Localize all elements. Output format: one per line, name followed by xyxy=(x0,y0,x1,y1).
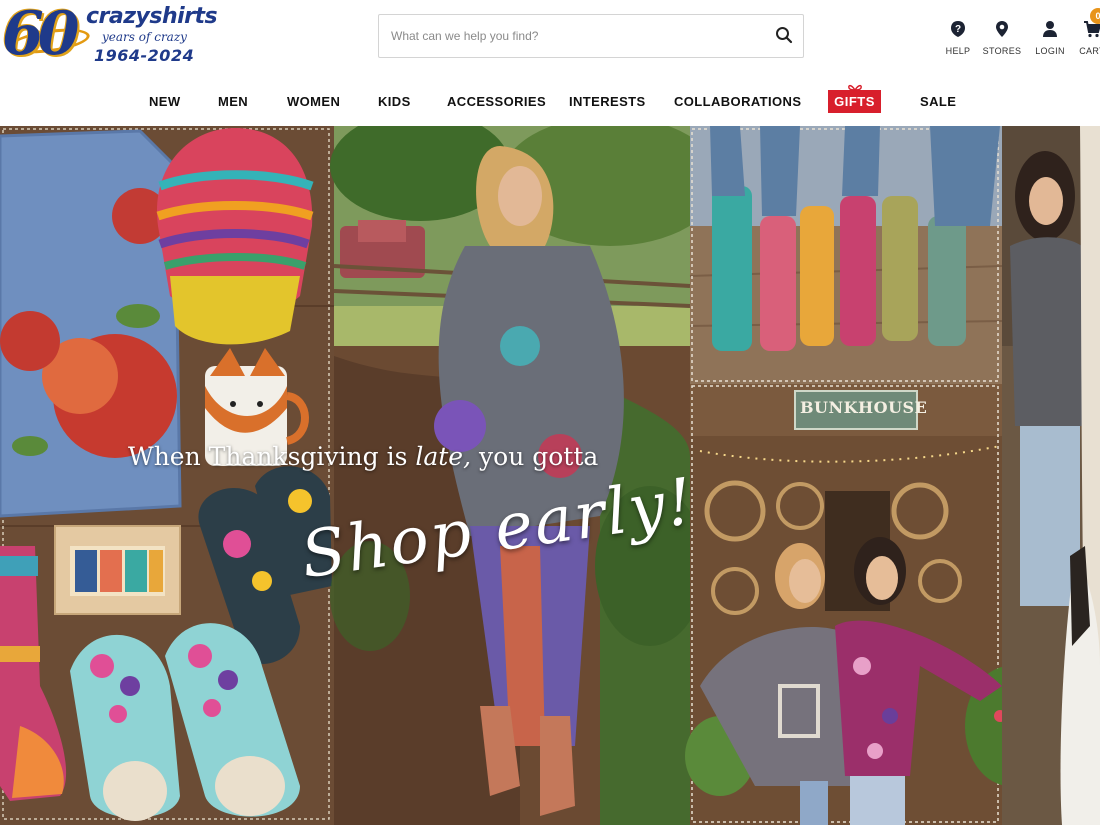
nav-item-collaborations[interactable]: COLLABORATIONS xyxy=(674,94,801,109)
logo-years: 1964-2024 xyxy=(94,46,195,65)
search-bar xyxy=(378,14,804,58)
logo-tagline: years of crazy xyxy=(102,30,187,44)
cart-label: CART xyxy=(1079,46,1100,56)
nav-item-sale[interactable]: SALE xyxy=(920,94,956,109)
help-link[interactable]: ? HELP xyxy=(938,20,978,56)
stores-link[interactable]: STORES xyxy=(982,20,1022,56)
logo[interactable]: 60 crazyshirts years of crazy 1964-2024 xyxy=(0,0,218,74)
main-nav: NEW MEN WOMEN KIDS ACCESSORIES INTERESTS… xyxy=(0,80,1100,124)
site-header: 60 crazyshirts years of crazy 1964-2024 … xyxy=(0,0,1100,78)
hero-headline-emphasis: late, xyxy=(415,442,472,471)
login-label: LOGIN xyxy=(1035,46,1065,56)
nav-item-kids[interactable]: KIDS xyxy=(378,94,411,109)
bunkhouse-sign-text: BUNKHOUSE xyxy=(800,398,928,417)
nav-item-accessories[interactable]: ACCESSORIES xyxy=(447,94,546,109)
gift-bow-icon xyxy=(848,84,862,91)
nav-item-interests[interactable]: INTERESTS xyxy=(569,94,646,109)
nav-item-gifts[interactable]: GIFTS xyxy=(828,84,881,113)
nav-item-women[interactable]: WOMEN xyxy=(287,94,340,109)
cart-count-badge: 0 xyxy=(1090,8,1100,24)
hero-collage xyxy=(0,126,1100,825)
search-input[interactable] xyxy=(379,15,759,57)
nav-item-new[interactable]: NEW xyxy=(149,94,181,109)
logo-brand-name: crazyshirts xyxy=(86,4,218,29)
stores-label: STORES xyxy=(982,46,1022,56)
search-icon xyxy=(776,26,793,43)
svg-text:?: ? xyxy=(955,24,961,35)
hero-banner[interactable]: When Thanksgiving is late, you gotta Sho… xyxy=(0,126,1100,825)
login-link[interactable]: LOGIN xyxy=(1030,20,1070,56)
help-icon: ? xyxy=(951,21,965,37)
hero-headline: When Thanksgiving is late, you gotta xyxy=(128,442,598,471)
hero-headline-end: you gotta xyxy=(479,442,599,471)
help-label: HELP xyxy=(945,46,971,56)
location-pin-icon xyxy=(996,21,1008,37)
search-button[interactable] xyxy=(771,23,797,49)
nav-gifts-label: GIFTS xyxy=(834,94,875,109)
hero-headline-start: When Thanksgiving is xyxy=(128,442,408,471)
cart-link[interactable]: CART xyxy=(1072,20,1100,56)
user-icon xyxy=(1043,21,1057,37)
logo-anniversary-number: 60 xyxy=(2,0,79,69)
nav-item-men[interactable]: MEN xyxy=(218,94,248,109)
